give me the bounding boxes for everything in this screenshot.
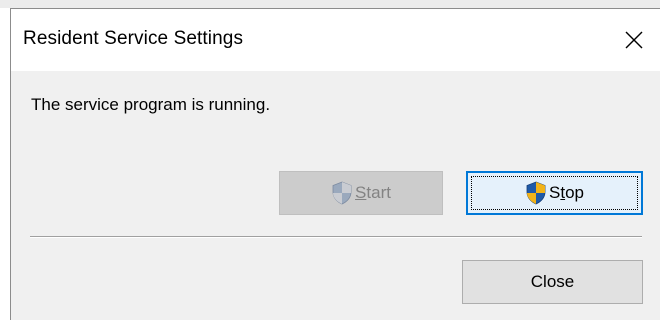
start-button-label: Start — [355, 183, 391, 202]
uac-shield-icon — [525, 181, 547, 205]
stop-button-label: Stop — [549, 183, 584, 202]
background-window-edge — [0, 0, 660, 8]
uac-shield-icon — [331, 181, 353, 205]
title-close-button[interactable] — [617, 23, 651, 57]
separator-line — [30, 236, 642, 238]
status-message: The service program is running. — [31, 95, 271, 114]
stop-button[interactable]: Stop — [466, 171, 643, 215]
resident-service-settings-dialog: Resident Service Settings The service pr… — [10, 8, 660, 320]
title-bar: Resident Service Settings — [11, 9, 660, 71]
close-button-label: Close — [530, 272, 575, 291]
close-button[interactable]: Close — [462, 260, 643, 304]
dialog-title: Resident Service Settings — [23, 28, 244, 49]
close-icon — [625, 31, 643, 49]
start-button[interactable]: Start — [279, 171, 443, 215]
